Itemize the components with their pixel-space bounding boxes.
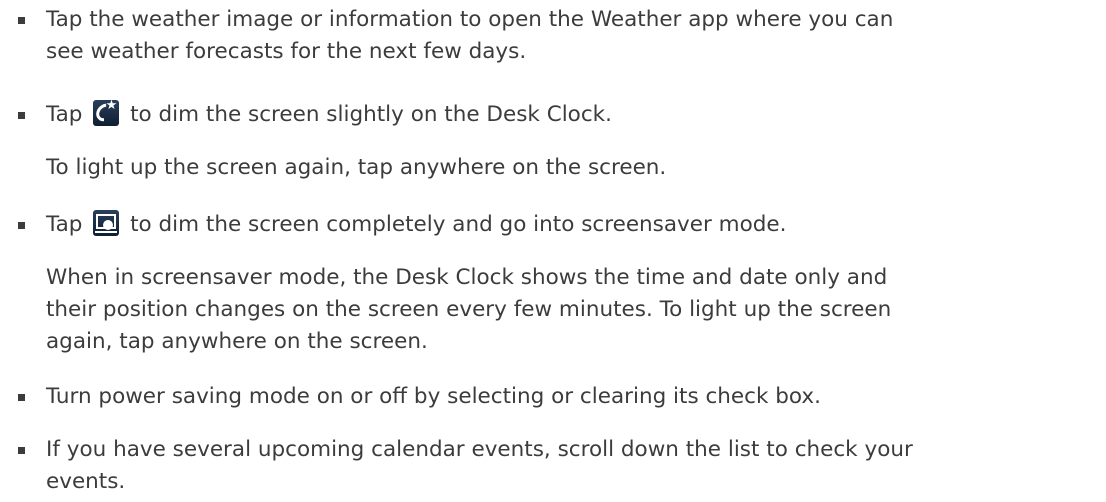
item-text: Turn power saving mode on or off by sele… bbox=[46, 381, 1096, 413]
item-line: When in screensaver mode, the Desk Clock… bbox=[46, 265, 888, 290]
item-text: Tap the weather image or information to … bbox=[46, 4, 1096, 68]
item-line: again, tap anywhere on the screen. bbox=[46, 329, 428, 354]
item-text-before: Tap bbox=[46, 102, 90, 127]
item-text: Tap to dim the screen completely and go … bbox=[46, 209, 1096, 241]
bullet-icon bbox=[18, 447, 25, 454]
item-text-after: to dim the screen completely and go into… bbox=[123, 212, 787, 237]
item-line: see weather forecasts for the next few d… bbox=[46, 39, 527, 64]
item-note: To light up the screen again, tap anywhe… bbox=[46, 155, 667, 180]
instruction-list: Tap the weather image or information to … bbox=[0, 0, 1106, 502]
item-line: Tap the weather image or information to … bbox=[46, 7, 894, 32]
item-line: events. bbox=[46, 469, 126, 494]
item-line: Turn power saving mode on or off by sele… bbox=[46, 384, 821, 409]
bullet-icon bbox=[18, 394, 25, 401]
item-text-before: Tap bbox=[46, 212, 90, 237]
item-text: If you have several upcoming calendar ev… bbox=[46, 434, 1096, 498]
item-text: Tap ★ to dim the screen slightly on the … bbox=[46, 99, 1096, 131]
item-text-after: to dim the screen slightly on the Desk C… bbox=[123, 102, 612, 127]
item-line: If you have several upcoming calendar ev… bbox=[46, 437, 913, 462]
screensaver-icon bbox=[93, 210, 120, 236]
item-line: their position changes on the screen eve… bbox=[46, 297, 892, 322]
dim-screen-moon-icon: ★ bbox=[93, 100, 120, 126]
bullet-icon bbox=[18, 222, 25, 229]
bullet-icon bbox=[18, 112, 25, 119]
item-note: When in screensaver mode, the Desk Clock… bbox=[46, 262, 1096, 358]
bullet-icon bbox=[18, 17, 25, 24]
